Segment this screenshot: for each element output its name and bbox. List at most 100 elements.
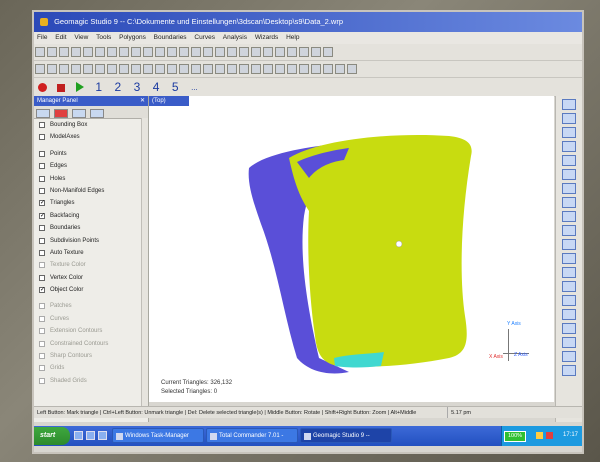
view-iso8-icon[interactable] — [562, 281, 576, 292]
display-option-triangles[interactable]: ✓ Triangles — [34, 197, 148, 209]
brush-icon[interactable] — [215, 47, 225, 57]
eraser-tool-icon[interactable] — [562, 365, 576, 376]
fill-single-icon[interactable] — [191, 64, 201, 74]
polyline-select-icon[interactable] — [239, 47, 249, 57]
paint-tool-icon[interactable] — [562, 337, 576, 348]
view-back-icon[interactable] — [562, 113, 576, 124]
select-through-icon[interactable] — [562, 309, 576, 320]
zoom-icon[interactable] — [131, 47, 141, 57]
help-icon[interactable] — [323, 47, 333, 57]
select-arrow-icon[interactable] — [562, 295, 576, 306]
tray-network-icon[interactable] — [536, 432, 543, 439]
measure-icon[interactable] — [287, 47, 297, 57]
checkbox[interactable]: ✓ — [39, 287, 45, 294]
menu-curves[interactable]: Curves — [191, 34, 218, 41]
display-option-points[interactable]: Points — [34, 148, 148, 160]
macro-5-button[interactable]: 5 — [172, 80, 179, 94]
display-option-bounding-box[interactable]: Bounding Box — [34, 119, 148, 131]
heart-icon[interactable] — [203, 64, 213, 74]
remove-spikes-icon[interactable] — [107, 64, 117, 74]
zoom-window-icon[interactable] — [191, 47, 201, 57]
undo-icon[interactable] — [95, 47, 105, 57]
checkbox[interactable] — [39, 274, 45, 281]
tab-view[interactable] — [90, 109, 104, 118]
display-option-boundaries[interactable]: Boundaries — [34, 222, 148, 234]
refine-icon[interactable] — [131, 64, 141, 74]
view-left-icon[interactable] — [562, 127, 576, 138]
rectangle-select-icon[interactable] — [227, 47, 237, 57]
save-icon[interactable] — [59, 47, 69, 57]
record-macro-icon[interactable] — [38, 83, 47, 92]
fit-view-icon[interactable] — [143, 47, 153, 57]
view-cube-icon[interactable] — [155, 47, 165, 57]
checkbox[interactable] — [39, 163, 45, 170]
select-icon[interactable] — [83, 47, 93, 57]
lasso-icon[interactable] — [203, 47, 213, 57]
zoom-in-icon[interactable] — [167, 47, 177, 57]
sharpen-icon[interactable] — [179, 64, 189, 74]
close-tool-icon[interactable] — [59, 64, 69, 74]
plane-cut-icon[interactable] — [227, 64, 237, 74]
quicklaunch-media-icon[interactable] — [98, 431, 107, 440]
new-file-icon[interactable] — [35, 47, 45, 57]
checkbox[interactable] — [39, 225, 45, 232]
macro-1-button[interactable]: 1 — [95, 80, 102, 94]
trim-icon[interactable] — [155, 64, 165, 74]
properties-icon[interactable] — [323, 64, 333, 74]
mesh-doctor-icon[interactable] — [35, 64, 45, 74]
deselect-icon[interactable] — [263, 47, 273, 57]
decimate-icon[interactable] — [71, 64, 81, 74]
display-option-subdivision-points[interactable]: Subdivision Points — [34, 235, 148, 247]
start-button[interactable]: start — [34, 427, 70, 445]
macro-3-button[interactable]: 3 — [134, 80, 141, 94]
pen-tool-icon[interactable] — [562, 351, 576, 362]
rotate-icon[interactable] — [107, 47, 117, 57]
pan-icon[interactable] — [119, 47, 129, 57]
checkbox[interactable]: ✓ — [39, 212, 45, 219]
menu-help[interactable]: Help — [283, 34, 302, 41]
mirror-icon[interactable] — [287, 64, 297, 74]
menu-edit[interactable]: Edit — [52, 34, 69, 41]
pointer-icon[interactable] — [275, 47, 285, 57]
checkbox[interactable] — [39, 237, 45, 244]
render-icon[interactable] — [311, 47, 321, 57]
merge-icon[interactable] — [263, 64, 273, 74]
zoom-indicator[interactable]: 100% — [504, 431, 527, 442]
display-option-edges[interactable]: Edges — [34, 160, 148, 172]
menu-boundaries[interactable]: Boundaries — [151, 34, 190, 41]
export-icon[interactable] — [347, 64, 357, 74]
tab-model-manager[interactable] — [36, 109, 50, 118]
extrude-icon[interactable] — [275, 64, 285, 74]
checkbox[interactable] — [39, 150, 45, 157]
ellipse-select-icon[interactable] — [251, 47, 261, 57]
view-front-icon[interactable] — [562, 99, 576, 110]
view-iso1-icon[interactable] — [562, 183, 576, 194]
view-iso5-icon[interactable] — [562, 239, 576, 250]
align-icon[interactable] — [299, 64, 309, 74]
shell-icon[interactable] — [215, 64, 225, 74]
grid-icon[interactable] — [335, 64, 345, 74]
checkbox[interactable]: ✓ — [39, 200, 45, 207]
view-bottom-icon[interactable] — [562, 169, 576, 180]
tab-display[interactable] — [54, 109, 68, 118]
settings-icon[interactable] — [71, 47, 81, 57]
sandpaper-icon[interactable] — [95, 64, 105, 74]
view-right-icon[interactable] — [562, 141, 576, 152]
menu-view[interactable]: View — [71, 34, 91, 41]
display-option-backfacing[interactable]: ✓ Backfacing — [34, 210, 148, 222]
menu-polygons[interactable]: Polygons — [116, 34, 149, 41]
checkbox[interactable] — [39, 249, 45, 256]
fill-holes-icon[interactable] — [47, 64, 57, 74]
panel-scrollbar[interactable] — [141, 118, 148, 418]
checkbox[interactable] — [39, 122, 45, 128]
macro-4-button[interactable]: 4 — [153, 80, 160, 94]
menu-file[interactable]: File — [34, 34, 50, 41]
3d-viewport[interactable]: (Top) Y Axis Z Axis X Axis Current Trian… — [149, 96, 554, 402]
display-option-holes[interactable]: Holes — [34, 173, 148, 185]
macro-2-button[interactable]: 2 — [115, 80, 122, 94]
view-top-icon[interactable] — [562, 155, 576, 166]
tab-dialog[interactable] — [72, 109, 86, 118]
task-total-commander[interactable]: Total Commander 7.01 - — [206, 428, 298, 443]
play-macro-icon[interactable] — [75, 82, 84, 92]
menu-tools[interactable]: Tools — [93, 34, 114, 41]
